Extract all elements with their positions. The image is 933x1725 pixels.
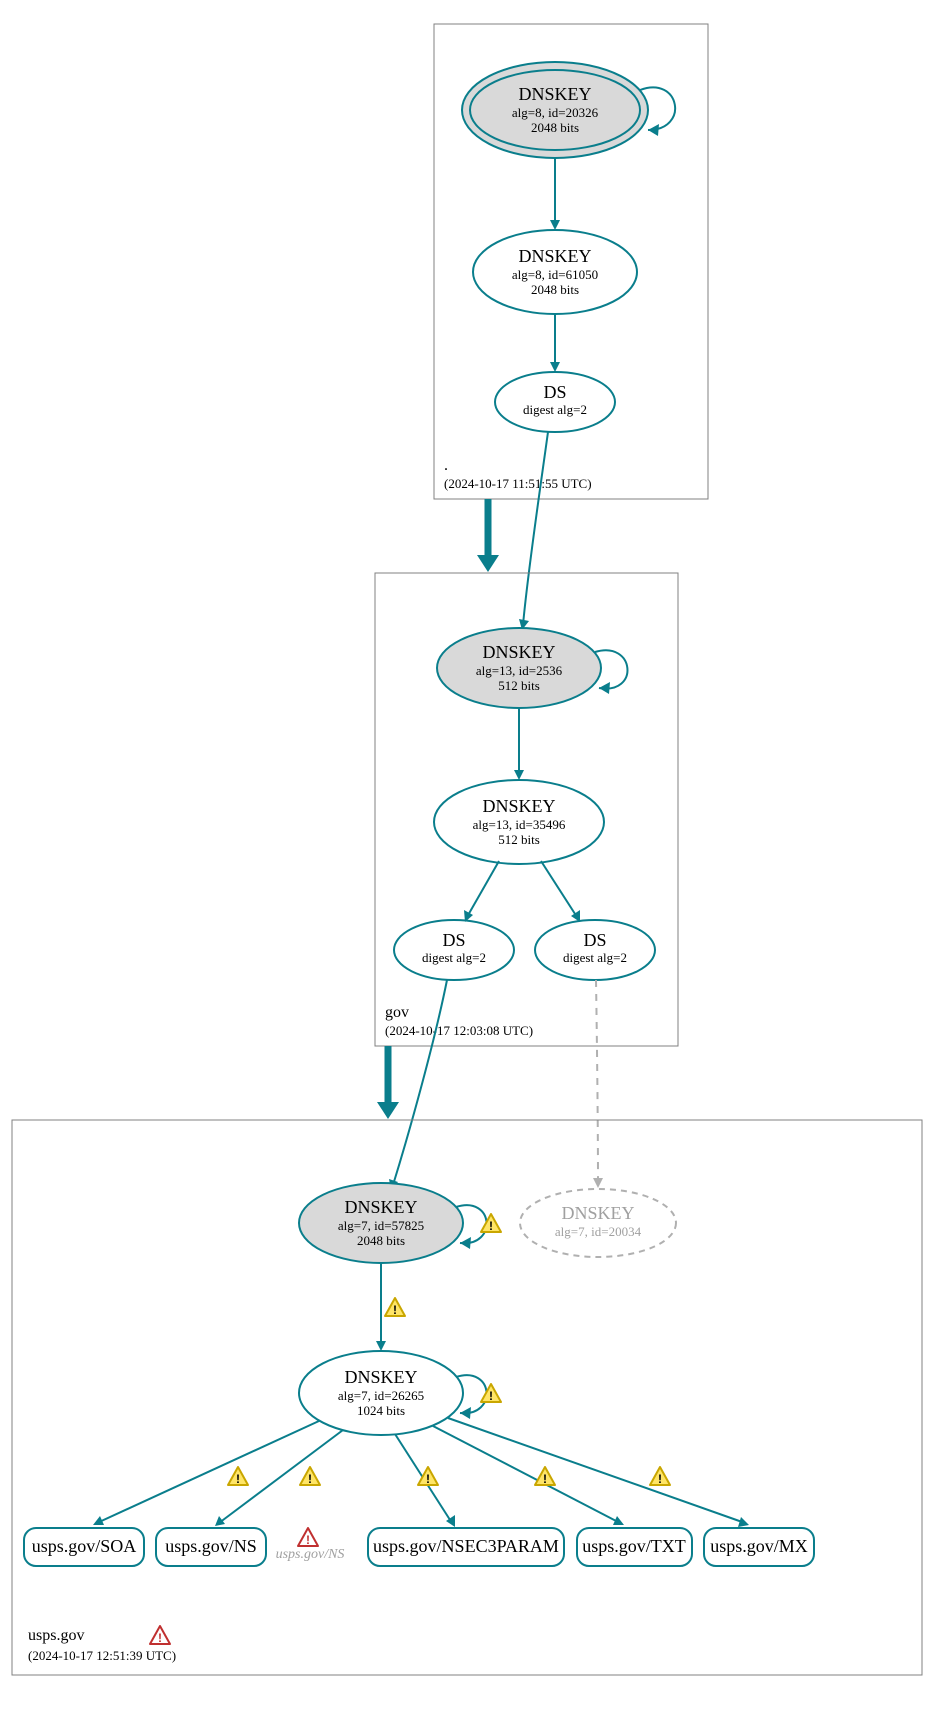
svg-text:alg=7, id=20034: alg=7, id=20034 bbox=[555, 1224, 642, 1239]
node-gov-ds1: DS digest alg=2 bbox=[394, 920, 514, 980]
edge-zsk-mx bbox=[448, 1418, 745, 1523]
warn-icon: ! bbox=[418, 1467, 438, 1486]
node-rr-ns-err: usps.gov/NS bbox=[276, 1547, 345, 1562]
svg-text:digest alg=2: digest alg=2 bbox=[523, 402, 587, 417]
error-icon: ! bbox=[150, 1626, 170, 1645]
svg-text:DNSKEY: DNSKEY bbox=[482, 796, 555, 816]
error-icon: ! bbox=[298, 1528, 318, 1547]
svg-text:!: ! bbox=[308, 1472, 312, 1486]
svg-text:alg=7, id=57825: alg=7, id=57825 bbox=[338, 1218, 424, 1233]
svg-text:usps.gov/SOA: usps.gov/SOA bbox=[32, 1536, 137, 1556]
warn-icon: ! bbox=[535, 1467, 555, 1486]
svg-text:alg=8, id=61050: alg=8, id=61050 bbox=[512, 267, 598, 282]
svg-text:DNSKEY: DNSKEY bbox=[561, 1203, 634, 1223]
svg-text:1024 bits: 1024 bits bbox=[357, 1403, 405, 1418]
node-usps-missing: DNSKEY alg=7, id=20034 bbox=[520, 1189, 676, 1257]
svg-text:digest alg=2: digest alg=2 bbox=[422, 950, 486, 965]
warn-icon: ! bbox=[650, 1467, 670, 1486]
svg-text:digest alg=2: digest alg=2 bbox=[563, 950, 627, 965]
node-gov-zsk: DNSKEY alg=13, id=35496 512 bits bbox=[434, 780, 604, 864]
warn-icon: ! bbox=[481, 1214, 501, 1233]
warn-icon: ! bbox=[228, 1467, 248, 1486]
svg-text:alg=13, id=35496: alg=13, id=35496 bbox=[473, 817, 566, 832]
svg-text:!: ! bbox=[393, 1303, 397, 1317]
warn-icon: ! bbox=[481, 1384, 501, 1403]
node-usps-zsk: DNSKEY alg=7, id=26265 1024 bits bbox=[299, 1351, 463, 1435]
node-rr-nsec3: usps.gov/NSEC3PARAM bbox=[368, 1528, 564, 1566]
node-usps-ksk: DNSKEY alg=7, id=57825 2048 bits bbox=[299, 1183, 463, 1263]
edge-zsk-txt bbox=[433, 1426, 620, 1523]
svg-text:512 bits: 512 bits bbox=[498, 832, 540, 847]
edge-root-ds-govksk bbox=[523, 432, 548, 625]
svg-text:!: ! bbox=[489, 1389, 493, 1403]
node-gov-ds2: DS digest alg=2 bbox=[535, 920, 655, 980]
zone-root-ts: (2024-10-17 11:51:55 UTC) bbox=[444, 476, 592, 491]
svg-text:usps.gov/TXT: usps.gov/TXT bbox=[582, 1536, 686, 1556]
svg-text:!: ! bbox=[543, 1472, 547, 1486]
svg-text:DNSKEY: DNSKEY bbox=[518, 246, 591, 266]
warn-icon: ! bbox=[385, 1298, 405, 1317]
node-rr-soa: usps.gov/SOA bbox=[24, 1528, 144, 1566]
svg-text:2048 bits: 2048 bits bbox=[531, 282, 579, 297]
svg-text:alg=8, id=20326: alg=8, id=20326 bbox=[512, 105, 599, 120]
node-rr-txt: usps.gov/TXT bbox=[577, 1528, 692, 1566]
zone-root-name: . bbox=[444, 457, 448, 474]
edge-gov-zsk-ds1 bbox=[467, 861, 499, 917]
svg-text:DS: DS bbox=[442, 930, 465, 950]
svg-text:512 bits: 512 bits bbox=[498, 678, 540, 693]
svg-text:2048 bits: 2048 bits bbox=[357, 1233, 405, 1248]
svg-text:2048 bits: 2048 bits bbox=[531, 120, 579, 135]
node-rr-ns: usps.gov/NS bbox=[156, 1528, 266, 1566]
node-root-ds: DS digest alg=2 bbox=[495, 372, 615, 432]
svg-text:!: ! bbox=[658, 1472, 662, 1486]
node-root-ksk: DNSKEY alg=8, id=20326 2048 bits bbox=[462, 62, 648, 158]
svg-text:DS: DS bbox=[543, 382, 566, 402]
svg-text:!: ! bbox=[158, 1631, 162, 1645]
zone-usps-name: usps.gov bbox=[28, 1627, 84, 1644]
svg-text:alg=7, id=26265: alg=7, id=26265 bbox=[338, 1388, 424, 1403]
svg-text:!: ! bbox=[489, 1219, 493, 1233]
edge-govds2-uspsmissing bbox=[596, 980, 598, 1183]
edge-gov-zsk-ds2 bbox=[541, 861, 577, 917]
svg-text:DNSKEY: DNSKEY bbox=[518, 84, 591, 104]
svg-text:usps.gov/NSEC3PARAM: usps.gov/NSEC3PARAM bbox=[373, 1536, 559, 1556]
svg-text:!: ! bbox=[426, 1472, 430, 1486]
zone-usps-box bbox=[12, 1120, 922, 1675]
svg-text:usps.gov/NS: usps.gov/NS bbox=[165, 1536, 257, 1556]
node-gov-ksk: DNSKEY alg=13, id=2536 512 bits bbox=[437, 628, 601, 708]
svg-text:usps.gov/MX: usps.gov/MX bbox=[710, 1536, 808, 1556]
svg-text:DNSKEY: DNSKEY bbox=[482, 642, 555, 662]
node-root-zsk: DNSKEY alg=8, id=61050 2048 bits bbox=[473, 230, 637, 314]
svg-text:alg=13, id=2536: alg=13, id=2536 bbox=[476, 663, 563, 678]
svg-text:DNSKEY: DNSKEY bbox=[344, 1197, 417, 1217]
warn-icon: ! bbox=[300, 1467, 320, 1486]
svg-text:DNSKEY: DNSKEY bbox=[344, 1367, 417, 1387]
zone-usps-ts: (2024-10-17 12:51:39 UTC) bbox=[28, 1648, 176, 1663]
svg-text:!: ! bbox=[306, 1533, 310, 1547]
zone-gov-name: gov bbox=[385, 1004, 409, 1021]
svg-text:DS: DS bbox=[583, 930, 606, 950]
node-rr-mx: usps.gov/MX bbox=[704, 1528, 814, 1566]
svg-text:!: ! bbox=[236, 1472, 240, 1486]
zone-gov-ts: (2024-10-17 12:03:08 UTC) bbox=[385, 1023, 533, 1038]
